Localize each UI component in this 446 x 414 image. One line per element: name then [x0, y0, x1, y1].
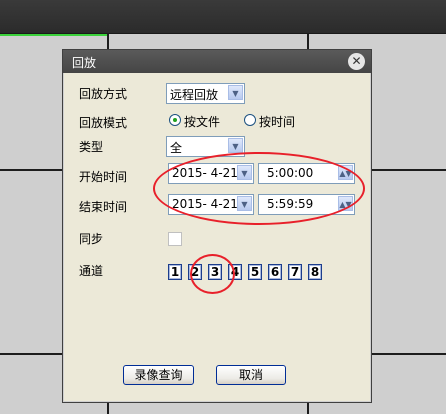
sync-label: 同步: [79, 232, 104, 246]
chevron-down-icon[interactable]: ▼: [237, 196, 252, 211]
cancel-button[interactable]: 取消: [216, 365, 286, 385]
playback-mode-label: 回放模式: [79, 116, 128, 130]
end-time-spinner[interactable]: 5:59:59 ▲▼: [258, 194, 355, 215]
start-date-value: 2015- 4-21: [172, 166, 238, 180]
channel-button-2[interactable]: 2: [188, 264, 202, 280]
playback-dialog: 回放 ✕ 回放方式 远程回放 ▼ 回放模式 按文件 按时间 类型 全 ▼ 开始时…: [62, 49, 372, 403]
sync-checkbox[interactable]: [168, 232, 182, 246]
background-title-bar: [0, 0, 446, 34]
playback-method-select[interactable]: 远程回放 ▼: [166, 83, 245, 104]
channel-button-6[interactable]: 6: [268, 264, 282, 280]
start-time-spinner[interactable]: 5:00:00 ▲▼: [258, 163, 355, 184]
spinner-icon[interactable]: ▲▼: [338, 196, 353, 211]
channel-button-3[interactable]: 3: [208, 264, 222, 280]
type-value: 全: [170, 141, 183, 155]
end-time-value: 5:59:59: [267, 197, 314, 211]
start-time-label: 开始时间: [79, 170, 128, 184]
playback-method-label: 回放方式: [79, 87, 128, 101]
dialog-title-bar[interactable]: 回放 ✕: [63, 50, 371, 73]
end-date-value: 2015- 4-21: [172, 197, 238, 211]
dialog-title: 回放: [72, 56, 97, 70]
chevron-down-icon[interactable]: ▼: [228, 138, 243, 153]
selected-cell-highlight: [0, 34, 108, 36]
type-label: 类型: [79, 140, 104, 154]
type-select[interactable]: 全 ▼: [166, 136, 245, 157]
channel-button-1[interactable]: 1: [168, 264, 182, 280]
start-date-picker[interactable]: 2015- 4-21 ▼: [168, 163, 254, 184]
close-icon[interactable]: ✕: [348, 53, 365, 70]
channel-button-7[interactable]: 7: [288, 264, 302, 280]
playback-method-value: 远程回放: [170, 88, 219, 102]
channel-button-8[interactable]: 8: [308, 264, 322, 280]
radio-by-file-label[interactable]: 按文件: [184, 113, 220, 130]
end-time-label: 结束时间: [79, 200, 128, 214]
spinner-icon[interactable]: ▲▼: [338, 165, 353, 180]
end-date-picker[interactable]: 2015- 4-21 ▼: [168, 194, 254, 215]
record-query-button[interactable]: 录像查询: [123, 365, 194, 385]
channel-button-5[interactable]: 5: [248, 264, 262, 280]
chevron-down-icon[interactable]: ▼: [228, 85, 243, 100]
chevron-down-icon[interactable]: ▼: [237, 165, 252, 180]
start-time-value: 5:00:00: [267, 166, 314, 180]
radio-by-time[interactable]: [244, 114, 256, 126]
radio-by-file[interactable]: [169, 114, 181, 126]
radio-by-time-label[interactable]: 按时间: [259, 113, 295, 130]
channel-button-4[interactable]: 4: [228, 264, 242, 280]
channel-label: 通道: [79, 264, 104, 278]
